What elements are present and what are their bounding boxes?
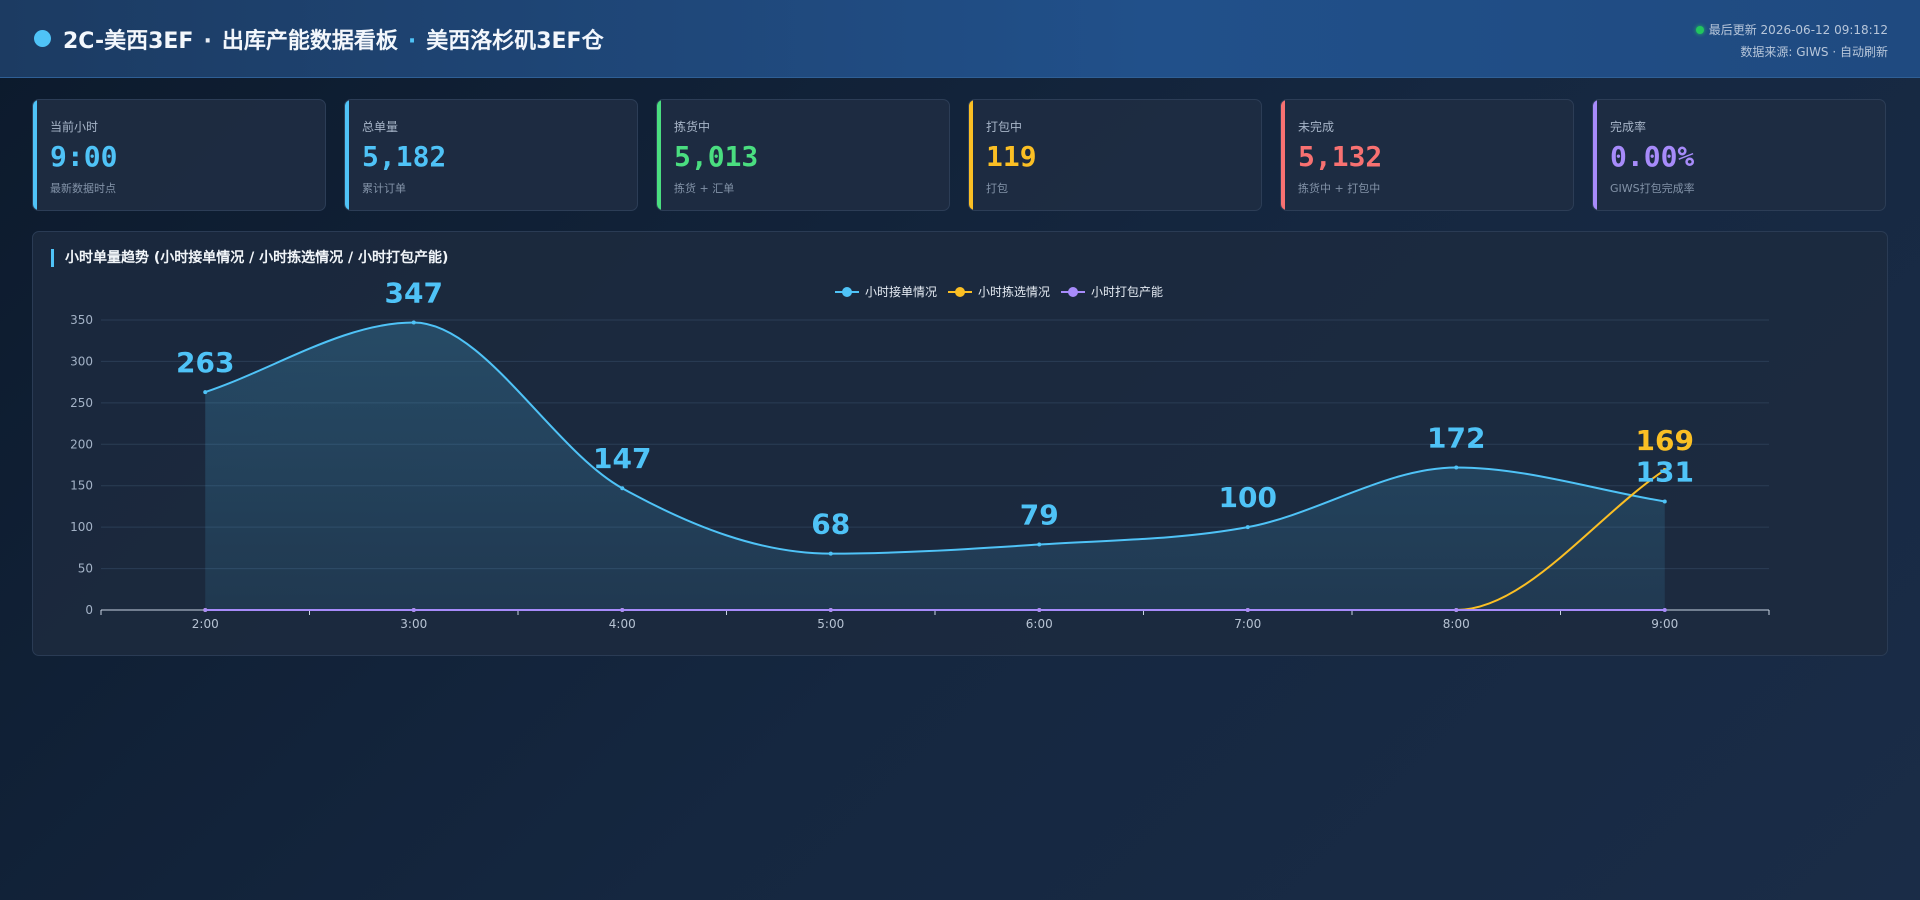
card-label: 未完成: [1298, 120, 1335, 134]
card-subtitle: 拣货 + 汇单: [674, 182, 735, 195]
card-label: 总单量: [362, 120, 399, 134]
kpi-card-total-orders: 总单量 5,182 累计订单: [344, 99, 638, 211]
data-point: [411, 608, 416, 612]
data-point: [828, 608, 833, 612]
card-subtitle: 打包: [986, 182, 1008, 195]
data-label: 100: [1219, 481, 1277, 514]
legend-marker: [842, 287, 852, 297]
card-subtitle: GIWS打包完成率: [1610, 182, 1695, 195]
card-subtitle: 累计订单: [362, 182, 406, 195]
kpi-card-picking: 拣货中 5,013 拣货 + 汇单: [656, 99, 950, 211]
title-dot-icon: [34, 30, 51, 47]
card-label: 拣货中: [674, 120, 711, 134]
y-tick-label: 50: [78, 562, 93, 576]
kpi-card-packing: 打包中 119 打包: [968, 99, 1262, 211]
data-point: [620, 608, 625, 612]
y-tick-label: 200: [70, 437, 93, 451]
series-area-0: [205, 322, 1665, 610]
x-tick-label: 2:00: [192, 617, 219, 631]
data-label: 172: [1427, 421, 1485, 454]
data-label: 68: [811, 508, 850, 541]
title-dashboard-name: 出库产能数据看板: [221, 29, 398, 54]
legend-marker: [955, 287, 965, 297]
status-dot-icon: [1695, 26, 1704, 34]
data-point: [411, 320, 416, 325]
y-tick-label: 300: [70, 354, 93, 368]
card-value: 0.00%: [1610, 140, 1695, 173]
x-tick-label: 9:00: [1651, 617, 1678, 631]
data-label: 347: [385, 276, 443, 309]
kpi-card-incomplete: 未完成 5,132 拣货中 + 打包中: [1280, 99, 1574, 211]
data-label: 147: [593, 442, 651, 475]
data-point: [1662, 499, 1667, 504]
page-title: 2C-美西3EF · 出库产能数据看板 · 美西洛杉矶3EF仓: [63, 23, 604, 55]
x-tick-label: 4:00: [609, 617, 636, 631]
card-accent-bar: [657, 100, 661, 210]
data-point: [1245, 608, 1250, 612]
data-label: 169: [1636, 424, 1694, 457]
legend-marker: [1068, 287, 1078, 297]
header-bar: 2C-美西3EF · 出库产能数据看板 · 美西洛杉矶3EF仓 最后更新 2026-06…: [0, 0, 1920, 78]
data-point: [1245, 525, 1250, 530]
card-label: 完成率: [1610, 120, 1647, 134]
data-point: [203, 390, 208, 395]
card-accent-bar: [1593, 100, 1597, 210]
data-point: [1037, 608, 1042, 612]
title-separator: ·: [203, 29, 212, 54]
card-subtitle: 拣货中 + 打包中: [1298, 182, 1381, 195]
card-value: 5,182: [362, 140, 447, 173]
data-source-text: 数据来源: GIWS · 自动刷新: [1740, 45, 1888, 59]
y-tick-label: 250: [70, 396, 93, 410]
x-tick-label: 8:00: [1443, 617, 1470, 631]
card-value: 5,132: [1298, 140, 1383, 173]
card-accent-bar: [969, 100, 973, 210]
x-tick-label: 5:00: [817, 617, 844, 631]
card-label: 打包中: [986, 120, 1023, 134]
card-accent-bar: [1281, 100, 1285, 210]
card-value: 5,013: [674, 140, 759, 173]
title-warehouse-name: 美西洛杉矶3EF仓: [426, 29, 604, 54]
y-tick-label: 0: [85, 603, 93, 617]
data-label: 79: [1020, 499, 1059, 532]
x-tick-label: 7:00: [1234, 617, 1261, 631]
hourly-trend-chart: 0 50 100 150 200 250 300 350 2:00 3:00 4:00 5:00 6:0…: [70, 276, 1770, 631]
legend-label: 小时打包产能: [1091, 285, 1163, 299]
data-point: [1454, 608, 1459, 612]
data-label: 131: [1636, 455, 1694, 488]
legend-label: 小时接单情况: [865, 284, 937, 299]
card-value: 9:00: [50, 140, 118, 173]
data-point: [828, 551, 833, 556]
last-update-row: 最后更新 2026-06-12 09:18:12: [1695, 19, 1888, 41]
kpi-card-completion-rate: 完成率 0.00% GIWS打包完成率: [1592, 99, 1886, 211]
kpi-card-current-hour: 当前小时 9:00 最新数据时点: [32, 99, 326, 211]
data-point: [203, 608, 208, 612]
hourly-trend-panel: 小时单量趋势 (小时接单情况 / 小时拣选情况 / 小时打包产能) 0 50 100…: [32, 231, 1888, 656]
data-point: [620, 486, 625, 491]
card-subtitle: 最新数据时点: [50, 182, 116, 195]
y-tick-label: 150: [70, 479, 93, 493]
data-label: 263: [176, 346, 234, 379]
last-update-text: 最后更新 2026-06-12 09:18:12: [1708, 23, 1888, 37]
y-tick-label: 350: [70, 313, 93, 327]
y-tick-label: 100: [70, 520, 93, 534]
header-meta: 最后更新 2026-06-12 09:18:12 数据来源: GIWS · 自动…: [1695, 19, 1888, 63]
title-warehouse-code: 2C-美西3EF: [63, 29, 194, 54]
title-separator: ·: [407, 29, 417, 54]
data-point: [1037, 542, 1042, 547]
card-label: 当前小时: [50, 120, 99, 134]
data-point: [1662, 608, 1667, 612]
card-accent-bar: [345, 100, 349, 210]
data-point: [1454, 465, 1459, 470]
card-accent-bar: [33, 100, 37, 210]
x-tick-label: 6:00: [1026, 617, 1053, 631]
legend-label: 小时拣选情况: [978, 284, 1050, 299]
x-tick-label: 3:00: [400, 617, 427, 631]
card-value: 119: [986, 140, 1037, 173]
